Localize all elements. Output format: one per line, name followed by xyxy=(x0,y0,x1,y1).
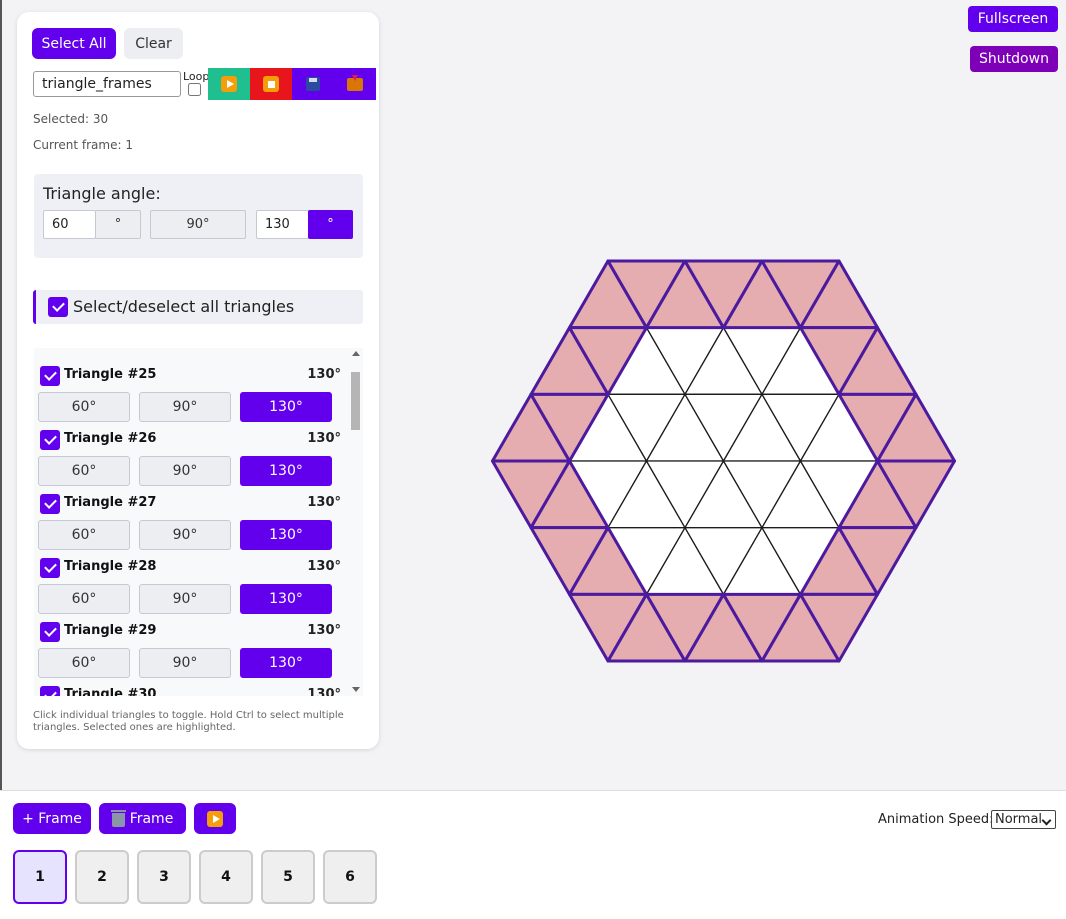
preview-play-button[interactable] xyxy=(194,803,236,834)
frame-tile[interactable]: 4 xyxy=(199,850,253,904)
speed-select[interactable]: Normal xyxy=(991,810,1056,829)
triangle-canvas[interactable] xyxy=(0,0,1066,790)
play-icon xyxy=(207,810,223,827)
delete-frame-label: Frame xyxy=(129,810,174,827)
frame-tile[interactable]: 1 xyxy=(13,850,67,904)
frame-tile[interactable]: 3 xyxy=(137,850,191,904)
delete-frame-button[interactable]: Frame xyxy=(99,803,186,834)
add-frame-button[interactable]: + Frame xyxy=(13,803,91,834)
frame-tile[interactable]: 6 xyxy=(323,850,377,904)
frame-tile[interactable]: 2 xyxy=(75,850,129,904)
speed-label: Animation Speed: xyxy=(878,812,994,827)
timeline-bar: + Frame Frame Animation Speed: Normal 12… xyxy=(0,790,1066,919)
trash-icon xyxy=(110,809,126,827)
frame-tile[interactable]: 5 xyxy=(261,850,315,904)
